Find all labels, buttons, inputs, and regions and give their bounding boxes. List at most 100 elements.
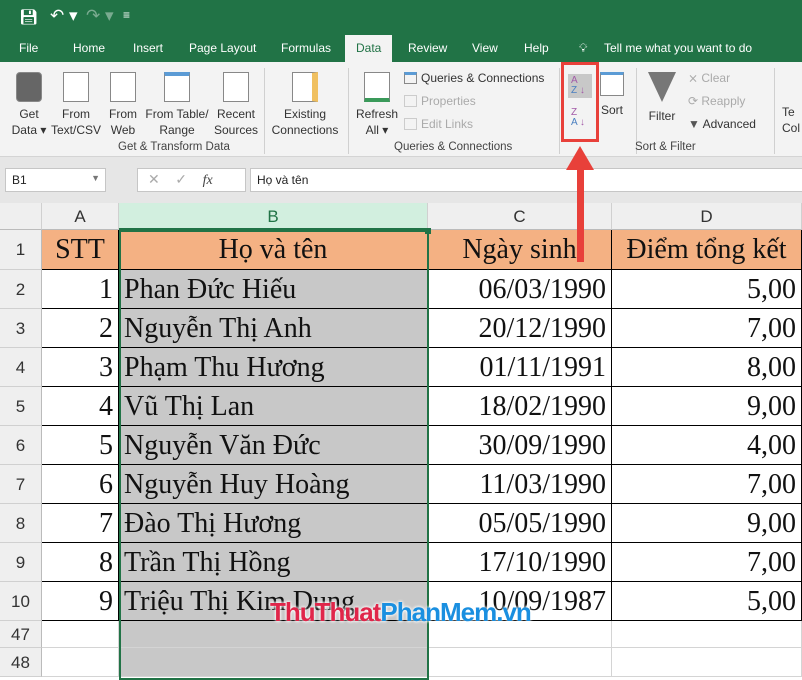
tell-me-search[interactable]: Tell me what you want to do	[604, 41, 752, 55]
tab-review[interactable]: Review	[408, 41, 447, 55]
filter-button[interactable]: Filter	[644, 72, 680, 124]
cell[interactable]	[428, 648, 612, 677]
existing-connections-button[interactable]: Existing Connections	[268, 72, 342, 138]
cancel-icon[interactable]: ✕	[148, 171, 160, 187]
cell[interactable]	[612, 621, 802, 648]
cell[interactable]: 7,00	[612, 309, 802, 348]
row-header[interactable]: 2	[0, 270, 42, 309]
cell[interactable]: Nguyễn Thị Anh	[119, 309, 428, 348]
cell[interactable]: 7,00	[612, 543, 802, 582]
column-header-a[interactable]: A	[42, 203, 119, 230]
cell[interactable]: 2	[42, 309, 119, 348]
sort-button[interactable]: Sort	[598, 72, 626, 118]
edit-links-button[interactable]: Edit Links	[404, 117, 473, 131]
row-header[interactable]: 3	[0, 309, 42, 348]
cell[interactable]: 5,00	[612, 270, 802, 309]
ribbon-tabs: File Home Insert Page Layout Formulas Da…	[0, 35, 802, 62]
text-to-columns-button[interactable]: Te Col	[782, 104, 802, 136]
cell[interactable]: 7,00	[612, 465, 802, 504]
cell[interactable]: 1	[42, 270, 119, 309]
fill-handle[interactable]	[425, 228, 431, 234]
properties-button[interactable]: Properties	[404, 94, 476, 108]
enter-icon[interactable]: ✓	[175, 171, 187, 187]
cell[interactable]: 9,00	[612, 504, 802, 543]
tab-formulas[interactable]: Formulas	[281, 41, 331, 55]
cell[interactable]: 6	[42, 465, 119, 504]
cell[interactable]: STT	[42, 230, 119, 270]
row-header[interactable]: 9	[0, 543, 42, 582]
row-header[interactable]: 10	[0, 582, 42, 621]
column-header-d[interactable]: D	[612, 203, 802, 230]
cell[interactable]: 18/02/1990	[428, 387, 612, 426]
formula-input[interactable]: Họ và tên	[250, 168, 802, 192]
cell[interactable]: 05/05/1990	[428, 504, 612, 543]
column-header-b[interactable]: B	[119, 203, 428, 230]
row-header[interactable]: 4	[0, 348, 42, 387]
advanced-filter-button[interactable]: ▼ Advanced	[688, 117, 756, 131]
column-header-c[interactable]: C	[428, 203, 612, 230]
cell[interactable]: Ngày sinh	[428, 230, 612, 270]
redo-icon[interactable]: ↷ ▾	[86, 6, 114, 26]
cell[interactable]: 5	[42, 426, 119, 465]
cell[interactable]: Phan Đức Hiếu	[119, 270, 428, 309]
cell[interactable]: 30/09/1990	[428, 426, 612, 465]
undo-icon[interactable]: ↶ ▾	[50, 6, 78, 26]
tab-home[interactable]: Home	[73, 41, 105, 55]
tab-help[interactable]: Help	[524, 41, 549, 55]
cell[interactable]: Đào Thị Hương	[119, 504, 428, 543]
cell[interactable]: Nguyễn Văn Đức	[119, 426, 428, 465]
tab-page-layout[interactable]: Page Layout	[189, 41, 256, 55]
cell[interactable]: Phạm Thu Hương	[119, 348, 428, 387]
queries-icon	[404, 72, 417, 84]
cell[interactable]: 4	[42, 387, 119, 426]
cell[interactable]: Vũ Thị Lan	[119, 387, 428, 426]
cell[interactable]: 11/03/1990	[428, 465, 612, 504]
cell[interactable]: 9,00	[612, 387, 802, 426]
from-table-range-button[interactable]: From Table/Range	[144, 72, 210, 138]
cell[interactable]: Điểm tổng kết	[612, 230, 802, 270]
cell[interactable]: 9	[42, 582, 119, 621]
cell[interactable]: 4,00	[612, 426, 802, 465]
cell[interactable]: Họ và tên	[119, 230, 428, 270]
recent-sources-button[interactable]: Recent Sources	[212, 72, 260, 138]
tab-insert[interactable]: Insert	[133, 41, 163, 55]
cell[interactable]	[612, 648, 802, 677]
select-all-corner[interactable]	[0, 203, 42, 230]
tab-data[interactable]: Data	[345, 35, 393, 62]
row-header[interactable]: 48	[0, 648, 42, 677]
cell[interactable]	[119, 648, 428, 677]
cell[interactable]: 06/03/1990	[428, 270, 612, 309]
from-web-button[interactable]: From Web	[104, 72, 142, 138]
cell[interactable]: Trần Thị Hồng	[119, 543, 428, 582]
row-header[interactable]: 5	[0, 387, 42, 426]
cell[interactable]: 8	[42, 543, 119, 582]
row-header[interactable]: 1	[0, 230, 42, 270]
get-data-button[interactable]: Get Data ▾	[10, 72, 48, 138]
row-header[interactable]: 8	[0, 504, 42, 543]
cell[interactable]: 7	[42, 504, 119, 543]
cell[interactable]: 8,00	[612, 348, 802, 387]
clear-filter-button[interactable]: ⨯ Clear	[688, 71, 730, 85]
tab-file[interactable]: File	[19, 41, 38, 55]
insert-function-icon[interactable]: fx	[203, 173, 213, 188]
row-header[interactable]: 47	[0, 621, 42, 648]
tab-view[interactable]: View	[472, 41, 498, 55]
cell[interactable]	[42, 648, 119, 677]
cell[interactable]: Nguyễn Huy Hoàng	[119, 465, 428, 504]
cell[interactable]	[42, 621, 119, 648]
cell[interactable]: 3	[42, 348, 119, 387]
queries-connections-button[interactable]: Queries & Connections	[404, 71, 544, 85]
name-box[interactable]: B1 ▼	[5, 168, 106, 192]
from-text-csv-button[interactable]: From Text/CSV	[50, 72, 102, 138]
cell[interactable]: 17/10/1990	[428, 543, 612, 582]
row-header[interactable]: 7	[0, 465, 42, 504]
save-icon[interactable]: 💾︎	[19, 8, 38, 26]
cell[interactable]: 01/11/1991	[428, 348, 612, 387]
customize-icon[interactable]: ≡	[123, 8, 130, 22]
cell[interactable]: 5,00	[612, 582, 802, 621]
row-header[interactable]: 6	[0, 426, 42, 465]
chevron-down-icon[interactable]: ▼	[91, 173, 100, 183]
refresh-all-button[interactable]: Refresh All ▾	[354, 72, 400, 138]
reapply-button[interactable]: ⟳ Reapply	[688, 94, 745, 108]
cell[interactable]: 20/12/1990	[428, 309, 612, 348]
